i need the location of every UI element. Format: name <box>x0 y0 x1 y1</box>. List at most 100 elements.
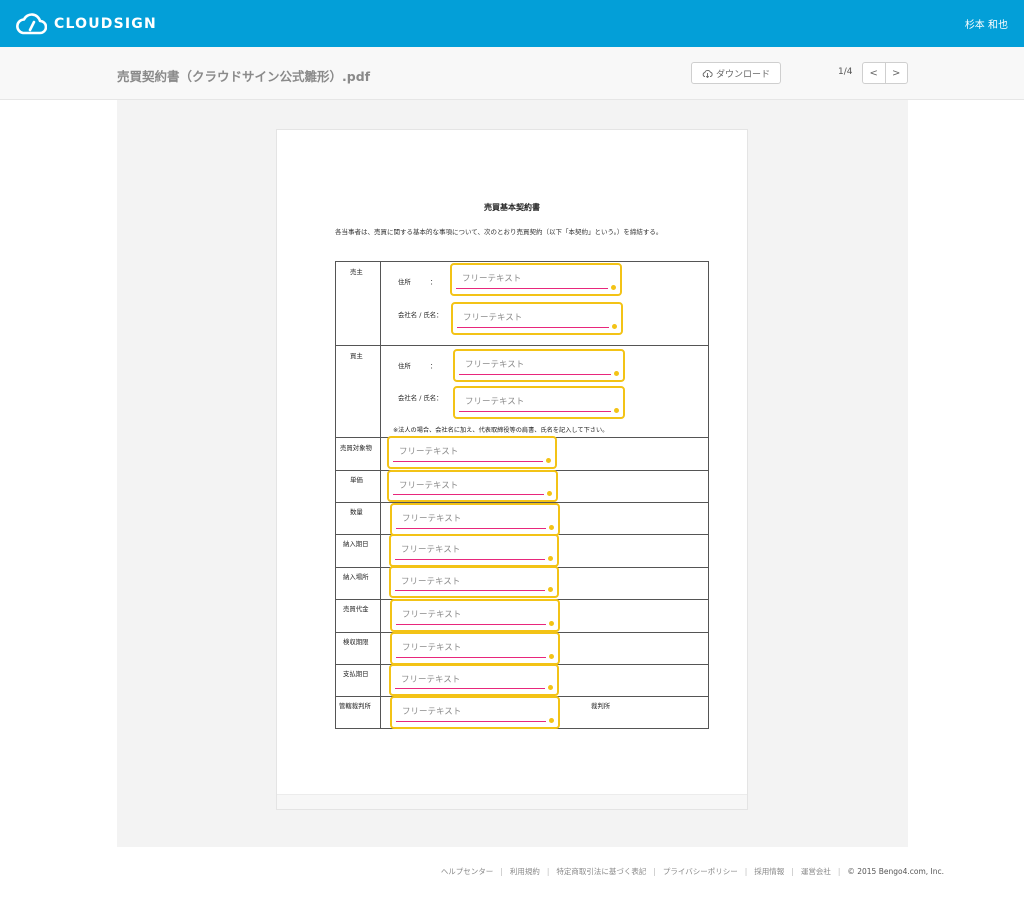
buyer-company-field[interactable]: フリーテキスト <box>453 386 625 419</box>
page-bottom-edge <box>277 794 747 809</box>
contract-intro: 各当事者は、売買に関する基本的な事項について、次のとおり売買契約（以下「本契約」… <box>335 228 663 236</box>
footer-separator: | <box>653 867 656 876</box>
row-label: 数量 <box>350 508 363 516</box>
prev-page-button[interactable]: < <box>863 63 885 83</box>
corporate-note: ※法人の場合、会社名に加え、代表取締役等の肩書、氏名を記入して下さい。 <box>393 427 609 434</box>
field-underline <box>457 326 609 328</box>
field-underline <box>396 720 546 722</box>
footer-link-legal[interactable]: 特定商取引法に基づく表記 <box>556 866 646 877</box>
row-label: 単価 <box>350 476 363 484</box>
field-underline <box>456 287 608 289</box>
field-underline <box>459 410 611 412</box>
field-underline <box>395 589 545 591</box>
field-underline <box>396 656 546 658</box>
top-bar: CLOUDSIGN 杉本 和也 <box>0 0 1024 47</box>
download-label: ダウンロード <box>715 69 770 80</box>
row-label: 売買対象物 <box>340 444 372 452</box>
footer-separator: | <box>500 867 503 876</box>
download-button[interactable]: ダウンロード <box>691 62 781 84</box>
field-placeholder: フリーテキスト <box>402 610 462 620</box>
field-marker-icon <box>546 458 551 463</box>
field-placeholder: フリーテキスト <box>399 447 459 457</box>
field-placeholder: フリーテキスト <box>462 274 522 284</box>
row-line <box>335 345 709 346</box>
footer-link-careers[interactable]: 採用情報 <box>754 866 784 877</box>
delivery-date-field[interactable]: フリーテキスト <box>389 534 559 567</box>
sale-price-field[interactable]: フリーテキスト <box>390 599 560 632</box>
court-suffix: 裁判所 <box>591 702 611 710</box>
buyer-address-label: 住所 ： <box>398 362 437 370</box>
user-name[interactable]: 杉本 和也 <box>965 16 1008 31</box>
field-placeholder: フリーテキスト <box>465 360 525 370</box>
seller-address-field[interactable]: フリーテキスト <box>450 263 622 296</box>
footer: ヘルプセンター | 利用規約 | 特定商取引法に基づく表記 | プライバシーポリシー |… <box>441 866 944 877</box>
inspection-deadline-field[interactable]: フリーテキスト <box>390 632 560 665</box>
document-toolbar: 売買契約書（クラウドサイン公式雛形）.pdf ダウンロード 1/4 < > <box>0 47 1024 100</box>
footer-separator: | <box>791 867 794 876</box>
field-marker-icon <box>548 685 553 690</box>
copyright: © 2015 Bengo4.com, Inc. <box>847 867 944 876</box>
field-placeholder: フリーテキスト <box>402 643 462 653</box>
seller-company-label: 会社名 / 氏名： <box>398 311 443 319</box>
item-field[interactable]: フリーテキスト <box>387 436 557 469</box>
pager: < > <box>862 62 908 84</box>
cloud-logo-icon <box>16 13 47 35</box>
document-title: 売買契約書（クラウドサイン公式雛形）.pdf <box>117 69 371 84</box>
footer-separator: | <box>837 867 841 876</box>
field-marker-icon <box>549 621 554 626</box>
field-marker-icon <box>548 587 553 592</box>
document-page: 売買基本契約書 各当事者は、売買に関する基本的な事項について、次のとおり売買契約… <box>276 129 748 810</box>
footer-link-terms[interactable]: 利用規約 <box>510 866 540 877</box>
row-label: 支払期日 <box>343 670 369 678</box>
field-underline <box>396 623 546 625</box>
row-label: 売買代金 <box>343 605 369 613</box>
contract-title: 売買基本契約書 <box>484 203 540 212</box>
quantity-field[interactable]: フリーテキスト <box>390 503 560 536</box>
field-underline <box>395 558 545 560</box>
footer-separator: | <box>546 867 550 876</box>
field-placeholder: フリーテキスト <box>463 313 523 323</box>
field-marker-icon <box>614 371 619 376</box>
next-page-button[interactable]: > <box>884 63 908 83</box>
seller-label: 売主 <box>350 268 363 276</box>
field-placeholder: フリーテキスト <box>465 397 525 407</box>
buyer-label: 買主 <box>350 352 363 360</box>
field-marker-icon <box>547 491 552 496</box>
field-placeholder: フリーテキスト <box>401 577 461 587</box>
row-label: 納入場所 <box>343 573 369 581</box>
payment-date-field[interactable]: フリーテキスト <box>389 664 559 696</box>
seller-company-field[interactable]: フリーテキスト <box>451 302 623 335</box>
footer-link-privacy[interactable]: プライバシーポリシー <box>663 866 738 877</box>
court-field[interactable]: フリーテキスト <box>390 696 560 729</box>
buyer-company-label: 会社名 / 氏名： <box>398 394 443 402</box>
field-placeholder: フリーテキスト <box>402 514 462 524</box>
field-marker-icon <box>549 718 554 723</box>
buyer-address-field[interactable]: フリーテキスト <box>453 349 625 382</box>
field-underline <box>396 527 546 529</box>
row-label: 検収期限 <box>343 638 369 646</box>
table-divider <box>380 261 381 728</box>
field-placeholder: フリーテキスト <box>399 481 459 491</box>
field-underline <box>459 373 611 375</box>
field-marker-icon <box>611 285 616 290</box>
cloudsign-logo[interactable]: CLOUDSIGN <box>15 12 157 36</box>
field-underline <box>393 460 543 462</box>
footer-separator: | <box>744 867 748 876</box>
field-marker-icon <box>548 556 553 561</box>
delivery-place-field[interactable]: フリーテキスト <box>389 566 559 598</box>
unit-price-field[interactable]: フリーテキスト <box>387 470 558 502</box>
row-label: 管轄裁判所 <box>339 702 371 710</box>
footer-link-company[interactable]: 運営会社 <box>801 866 831 877</box>
field-placeholder: フリーテキスト <box>401 675 461 685</box>
field-placeholder: フリーテキスト <box>401 545 461 555</box>
seller-address-label: 住所 ： <box>398 278 437 286</box>
field-underline <box>393 493 544 495</box>
footer-link-help[interactable]: ヘルプセンター <box>441 866 494 877</box>
field-marker-icon <box>549 525 554 530</box>
field-underline <box>395 687 545 689</box>
row-label: 納入期日 <box>343 540 369 548</box>
logo-text: CLOUDSIGN <box>54 16 157 32</box>
page-counter: 1/4 <box>838 67 853 77</box>
field-placeholder: フリーテキスト <box>402 707 462 717</box>
field-marker-icon <box>612 324 617 329</box>
